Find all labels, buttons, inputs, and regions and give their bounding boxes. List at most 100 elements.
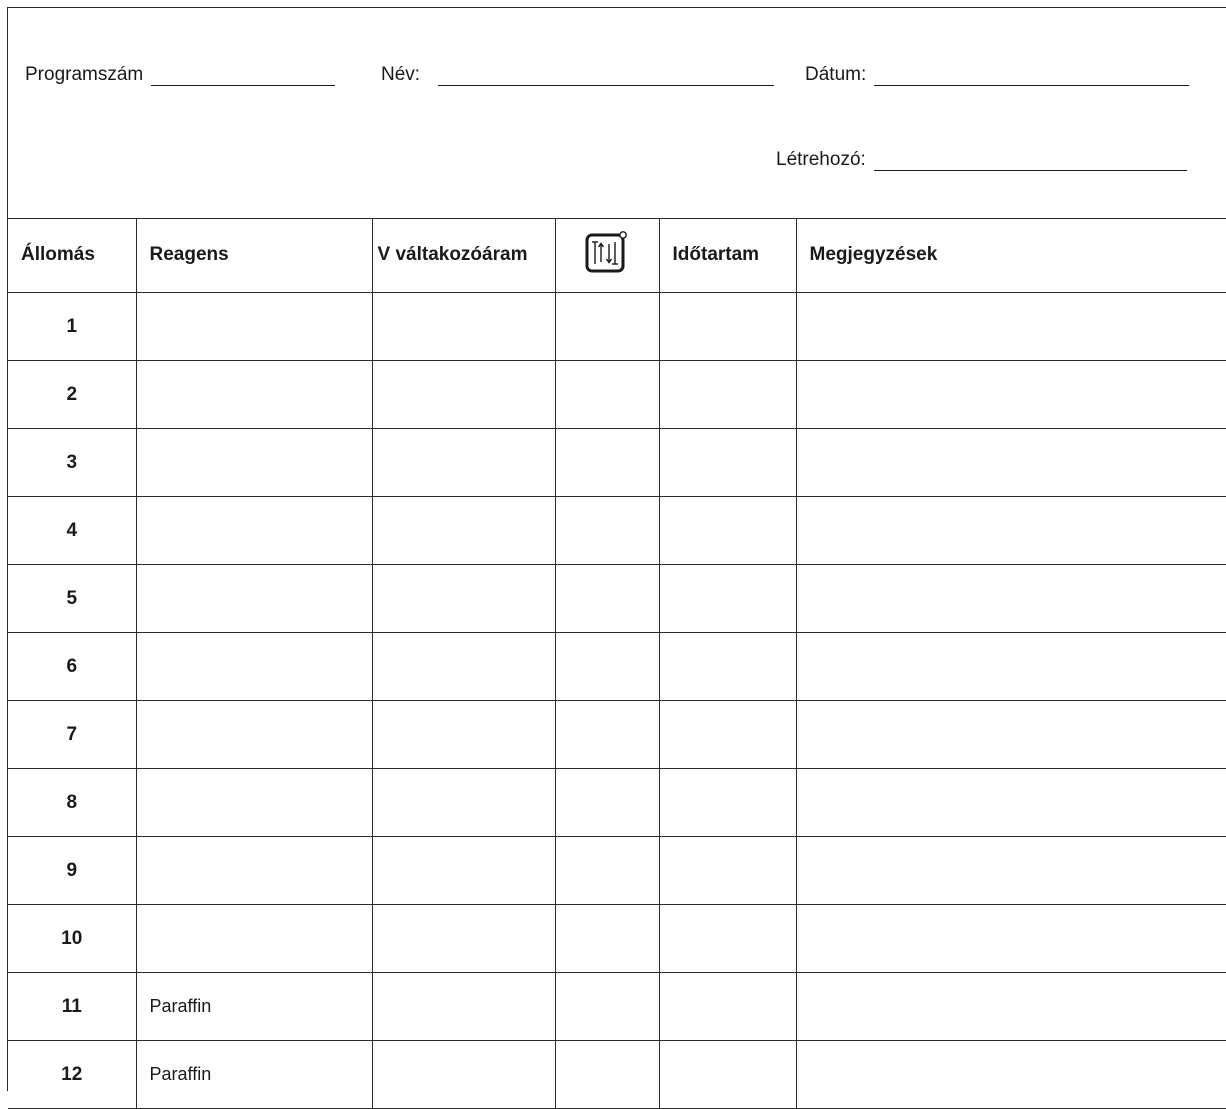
notes-cell[interactable] [796, 428, 1226, 497]
station-number-cell: 2 [8, 360, 137, 429]
reagent-cell[interactable] [136, 564, 373, 633]
notes-cell[interactable] [796, 360, 1226, 429]
vacuum-pressure-cell[interactable] [555, 564, 660, 633]
name-field[interactable]: Név: [381, 64, 775, 86]
column-header-icon [555, 218, 660, 293]
vac-cell[interactable] [372, 428, 556, 497]
vacuum-pressure-cell[interactable] [555, 428, 660, 497]
station-number-cell: 10 [8, 904, 137, 973]
reagent-cell[interactable] [136, 292, 373, 361]
vac-cell[interactable] [372, 564, 556, 633]
station-number-cell: 4 [8, 496, 137, 565]
reagent-cell[interactable]: Paraffin [136, 972, 373, 1041]
program-number-label: Programszám [25, 64, 144, 85]
vac-cell[interactable] [372, 496, 556, 565]
station-number-cell: 8 [8, 768, 137, 837]
station-number-cell: 11 [8, 972, 137, 1041]
vac-cell[interactable] [372, 632, 556, 701]
notes-cell[interactable] [796, 904, 1226, 973]
duration-cell[interactable] [659, 700, 797, 769]
notes-cell[interactable] [796, 564, 1226, 633]
station-number-cell: 7 [8, 700, 137, 769]
reagent-cell[interactable] [136, 700, 373, 769]
form-header: Programszám Név: Dátum: Létrehozó: [8, 8, 1226, 219]
reagent-cell[interactable] [136, 904, 373, 973]
notes-cell[interactable] [796, 768, 1226, 837]
creator-line[interactable] [873, 150, 1187, 171]
table-row: 7 [8, 700, 1226, 769]
reagent-cell[interactable]: Paraffin [136, 1040, 373, 1109]
vac-cell[interactable] [372, 700, 556, 769]
reagent-cell[interactable] [136, 360, 373, 429]
notes-cell[interactable] [796, 836, 1226, 905]
vac-cell[interactable] [372, 768, 556, 837]
table-row: 11 Paraffin [8, 972, 1226, 1041]
table-row: 5 [8, 564, 1226, 633]
date-label: Dátum: [805, 64, 867, 85]
duration-cell[interactable] [659, 360, 797, 429]
duration-cell[interactable] [659, 836, 797, 905]
vacuum-pressure-cell[interactable] [555, 360, 660, 429]
notes-cell[interactable] [796, 1040, 1226, 1109]
station-number-cell: 1 [8, 292, 137, 361]
date-field[interactable]: Dátum: [805, 64, 1190, 86]
duration-cell[interactable] [659, 1040, 797, 1109]
notes-cell[interactable] [796, 292, 1226, 361]
program-number-line[interactable] [151, 65, 336, 86]
date-line[interactable] [874, 65, 1190, 86]
table-row: 8 [8, 768, 1226, 837]
vac-cell[interactable] [372, 972, 556, 1041]
station-number-cell: 3 [8, 428, 137, 497]
vac-cell[interactable] [372, 360, 556, 429]
duration-cell[interactable] [659, 292, 797, 361]
vacuum-pressure-cell[interactable] [555, 768, 660, 837]
table-row: 6 [8, 632, 1226, 701]
vacuum-pressure-cell[interactable] [555, 836, 660, 905]
station-table: Állomás Reagens V váltakozóáram Időtarta… [8, 218, 1226, 1109]
table-row: 10 [8, 904, 1226, 973]
name-label: Név: [381, 64, 421, 85]
station-number-cell: 12 [8, 1040, 137, 1109]
duration-cell[interactable] [659, 428, 797, 497]
vacuum-pressure-cell[interactable] [555, 292, 660, 361]
duration-cell[interactable] [659, 972, 797, 1041]
table-row: 12 Paraffin [8, 1040, 1226, 1109]
table-row: 2 [8, 360, 1226, 429]
vacuum-pressure-cell[interactable] [555, 632, 660, 701]
column-header-station: Állomás [8, 218, 137, 293]
notes-cell[interactable] [796, 632, 1226, 701]
duration-cell[interactable] [659, 768, 797, 837]
station-number-cell: 9 [8, 836, 137, 905]
reagent-cell[interactable] [136, 632, 373, 701]
vac-cell[interactable] [372, 292, 556, 361]
vacuum-pressure-cell[interactable] [555, 700, 660, 769]
column-header-notes: Megjegyzések [796, 218, 1226, 293]
table-row: 4 [8, 496, 1226, 565]
notes-cell[interactable] [796, 700, 1226, 769]
notes-cell[interactable] [796, 496, 1226, 565]
column-header-reagent: Reagens [136, 218, 373, 293]
vacuum-pressure-cell[interactable] [555, 904, 660, 973]
duration-cell[interactable] [659, 496, 797, 565]
vacuum-pressure-cell[interactable] [555, 972, 660, 1041]
vacuum-pressure-cell[interactable] [555, 496, 660, 565]
table-row: 3 [8, 428, 1226, 497]
program-number-field[interactable]: Programszám [25, 64, 336, 86]
vac-cell[interactable] [372, 1040, 556, 1109]
reagent-cell[interactable] [136, 836, 373, 905]
reagent-cell[interactable] [136, 428, 373, 497]
column-header-duration: Időtartam [659, 218, 797, 293]
duration-cell[interactable] [659, 632, 797, 701]
name-line[interactable] [438, 65, 775, 86]
station-number-cell: 6 [8, 632, 137, 701]
duration-cell[interactable] [659, 904, 797, 973]
vac-cell[interactable] [372, 904, 556, 973]
vacuum-pressure-cell[interactable] [555, 1040, 660, 1109]
reagent-cell[interactable] [136, 496, 373, 565]
vac-cell[interactable] [372, 836, 556, 905]
program-form: Programszám Név: Dátum: Létrehozó: Állom [7, 7, 1226, 1109]
duration-cell[interactable] [659, 564, 797, 633]
notes-cell[interactable] [796, 972, 1226, 1041]
creator-field[interactable]: Létrehozó: [776, 149, 1187, 171]
reagent-cell[interactable] [136, 768, 373, 837]
